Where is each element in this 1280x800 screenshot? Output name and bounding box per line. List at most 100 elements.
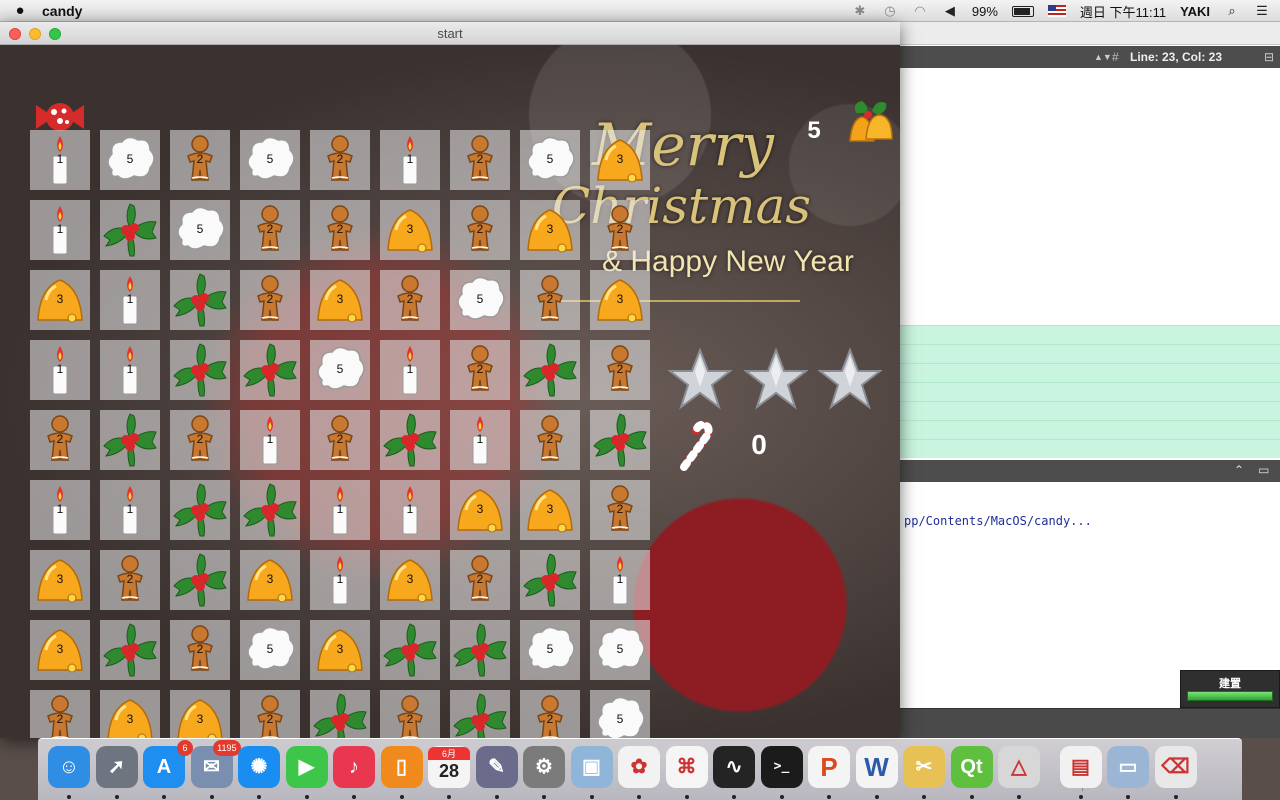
tile-gingerbread[interactable]: 2 [240,270,300,330]
tile-gingerbread[interactable]: 2 [310,200,370,260]
dock-script-editor-icon[interactable]: ✎ [475,746,518,788]
tile-holly[interactable] [100,410,160,470]
wifi-icon[interactable]: ◠ [912,3,928,19]
tile-holly[interactable] [170,270,230,330]
dock-ibooks-icon[interactable]: ▯ [380,746,423,788]
tile-bell[interactable]: 3 [450,480,510,540]
dock-calendar-icon[interactable]: 6月 28 [428,746,470,788]
tile-gingerbread[interactable]: 2 [590,340,650,400]
tile-holly[interactable] [100,200,160,260]
tile-holly[interactable] [380,620,440,680]
tile-holly[interactable] [100,620,160,680]
tile-popcorn[interactable]: 5 [310,340,370,400]
tile-candle[interactable]: 1 [30,130,90,190]
tile-gingerbread[interactable]: 2 [310,130,370,190]
tile-gingerbread[interactable]: 2 [240,690,300,738]
tile-popcorn[interactable]: 5 [100,130,160,190]
chevron-up-icon[interactable]: ⌃ [1234,463,1244,477]
tile-holly[interactable] [170,340,230,400]
menu-clock[interactable]: 週日 下午11:11 [1080,2,1166,21]
tile-bell[interactable]: 3 [380,200,440,260]
dock-finder-icon[interactable]: ☺ [48,746,90,788]
tile-gingerbread[interactable]: 2 [450,130,510,190]
tile-gingerbread[interactable]: 2 [590,200,650,260]
tile-gingerbread[interactable]: 2 [450,550,510,610]
dock-preview-icon[interactable]: ▣ [570,746,613,788]
cursor-position[interactable]: Line: 23, Col: 23 [1130,50,1222,64]
dock-acrobat-icon[interactable]: ⌘ [665,746,708,788]
tile-holly[interactable] [170,480,230,540]
dock-word-icon[interactable]: W [855,746,898,788]
tile-gingerbread[interactable]: 2 [170,130,230,190]
tile-candle[interactable]: 1 [590,550,650,610]
tile-candle[interactable]: 1 [100,340,160,400]
dock-photos-icon[interactable]: ✿ [618,746,660,788]
tile-candle[interactable]: 1 [30,480,90,540]
tile-holly[interactable] [310,690,370,738]
tile-gingerbread[interactable]: 2 [520,410,580,470]
notification-center-icon[interactable]: ☰ [1254,3,1270,19]
tile-holly[interactable] [170,550,230,610]
tile-candle[interactable]: 1 [380,130,440,190]
tile-gingerbread[interactable]: 2 [520,690,580,738]
apple-icon[interactable]: ● [0,2,40,19]
tile-bell[interactable]: 3 [520,480,580,540]
dropdown-arrow-icon[interactable]: ▲▼ [1094,52,1112,62]
tile-bell[interactable]: 3 [100,690,160,738]
tile-popcorn[interactable]: 5 [170,200,230,260]
tile-gingerbread[interactable]: 2 [240,200,300,260]
tile-holly[interactable] [240,480,300,540]
tile-popcorn[interactable]: 5 [520,620,580,680]
tile-gingerbread[interactable]: 2 [450,200,510,260]
window-titlebar[interactable]: start [0,22,900,45]
spotlight-icon[interactable]: ⌕ [1224,3,1240,19]
tile-popcorn[interactable]: 5 [240,130,300,190]
tile-gingerbread[interactable]: 2 [450,340,510,400]
tile-bell[interactable]: 3 [380,550,440,610]
dock-archive-utility-icon[interactable]: ✂ [903,746,945,788]
tile-candle[interactable]: 1 [380,480,440,540]
dock-downloads-folder-icon[interactable]: ▭ [1107,746,1149,788]
tile-candle[interactable]: 1 [450,410,510,470]
dock-app-store-icon[interactable]: A6 [143,740,193,788]
tile-gingerbread[interactable]: 2 [310,410,370,470]
split-icon[interactable]: ⊟ [1264,50,1274,64]
dock-trash-icon[interactable]: ⌫ [1154,746,1197,788]
dock-activity-monitor-icon[interactable]: ∿ [713,746,755,788]
tile-bell[interactable]: 3 [30,550,90,610]
tile-bell[interactable]: 3 [30,620,90,680]
time-machine-icon[interactable]: ◷ [882,3,898,19]
dock-facetime-icon[interactable]: ▶ [285,746,328,788]
dock-safari-icon[interactable]: ✺ [238,746,280,788]
tile-bell[interactable]: 3 [310,620,370,680]
tile-gingerbread[interactable]: 2 [380,270,440,330]
tile-holly[interactable] [450,690,510,738]
tile-popcorn[interactable]: 5 [520,130,580,190]
app-menu-name[interactable]: candy [42,3,82,19]
tile-candle[interactable]: 1 [30,200,90,260]
dock-powerpoint-icon[interactable]: P [808,746,850,788]
tile-bell[interactable]: 3 [240,550,300,610]
tile-gingerbread[interactable]: 2 [170,620,230,680]
dock-system-preferences-icon[interactable]: ⚙ [523,746,565,788]
dock-itunes-icon[interactable]: ♪ [333,746,375,788]
build-progress[interactable]: 建置 [1180,670,1280,708]
dock-rar-document-icon[interactable]: ▤ [1059,746,1102,788]
tile-gingerbread[interactable]: 2 [380,690,440,738]
maximize-pane-icon[interactable]: ▭ [1258,463,1269,477]
tile-bell[interactable]: 3 [170,690,230,738]
us-flag-icon[interactable] [1047,5,1066,17]
tile-bell[interactable]: 3 [520,200,580,260]
game-board[interactable]: 1 5 2 5 2 1 2 5 3 1 5 2 2 3 2 3 2 3 1 2 3 2 5 2 3 1 1 5 1 2 2 2 2 1 2 1 2 1 1 1… [30,130,650,738]
tile-bell[interactable]: 3 [590,130,650,190]
tile-gingerbread[interactable]: 2 [520,270,580,330]
tile-bell[interactable]: 3 [30,270,90,330]
tile-candle[interactable]: 1 [380,340,440,400]
volume-icon[interactable]: ◀ [942,3,958,19]
tile-bell[interactable]: 3 [590,270,650,330]
tile-candle[interactable]: 1 [100,480,160,540]
menu-user[interactable]: YAKI [1180,4,1210,19]
tile-popcorn[interactable]: 5 [240,620,300,680]
tile-candle[interactable]: 1 [100,270,160,330]
dock-mail-icon[interactable]: ✉ 1195 [190,740,241,788]
